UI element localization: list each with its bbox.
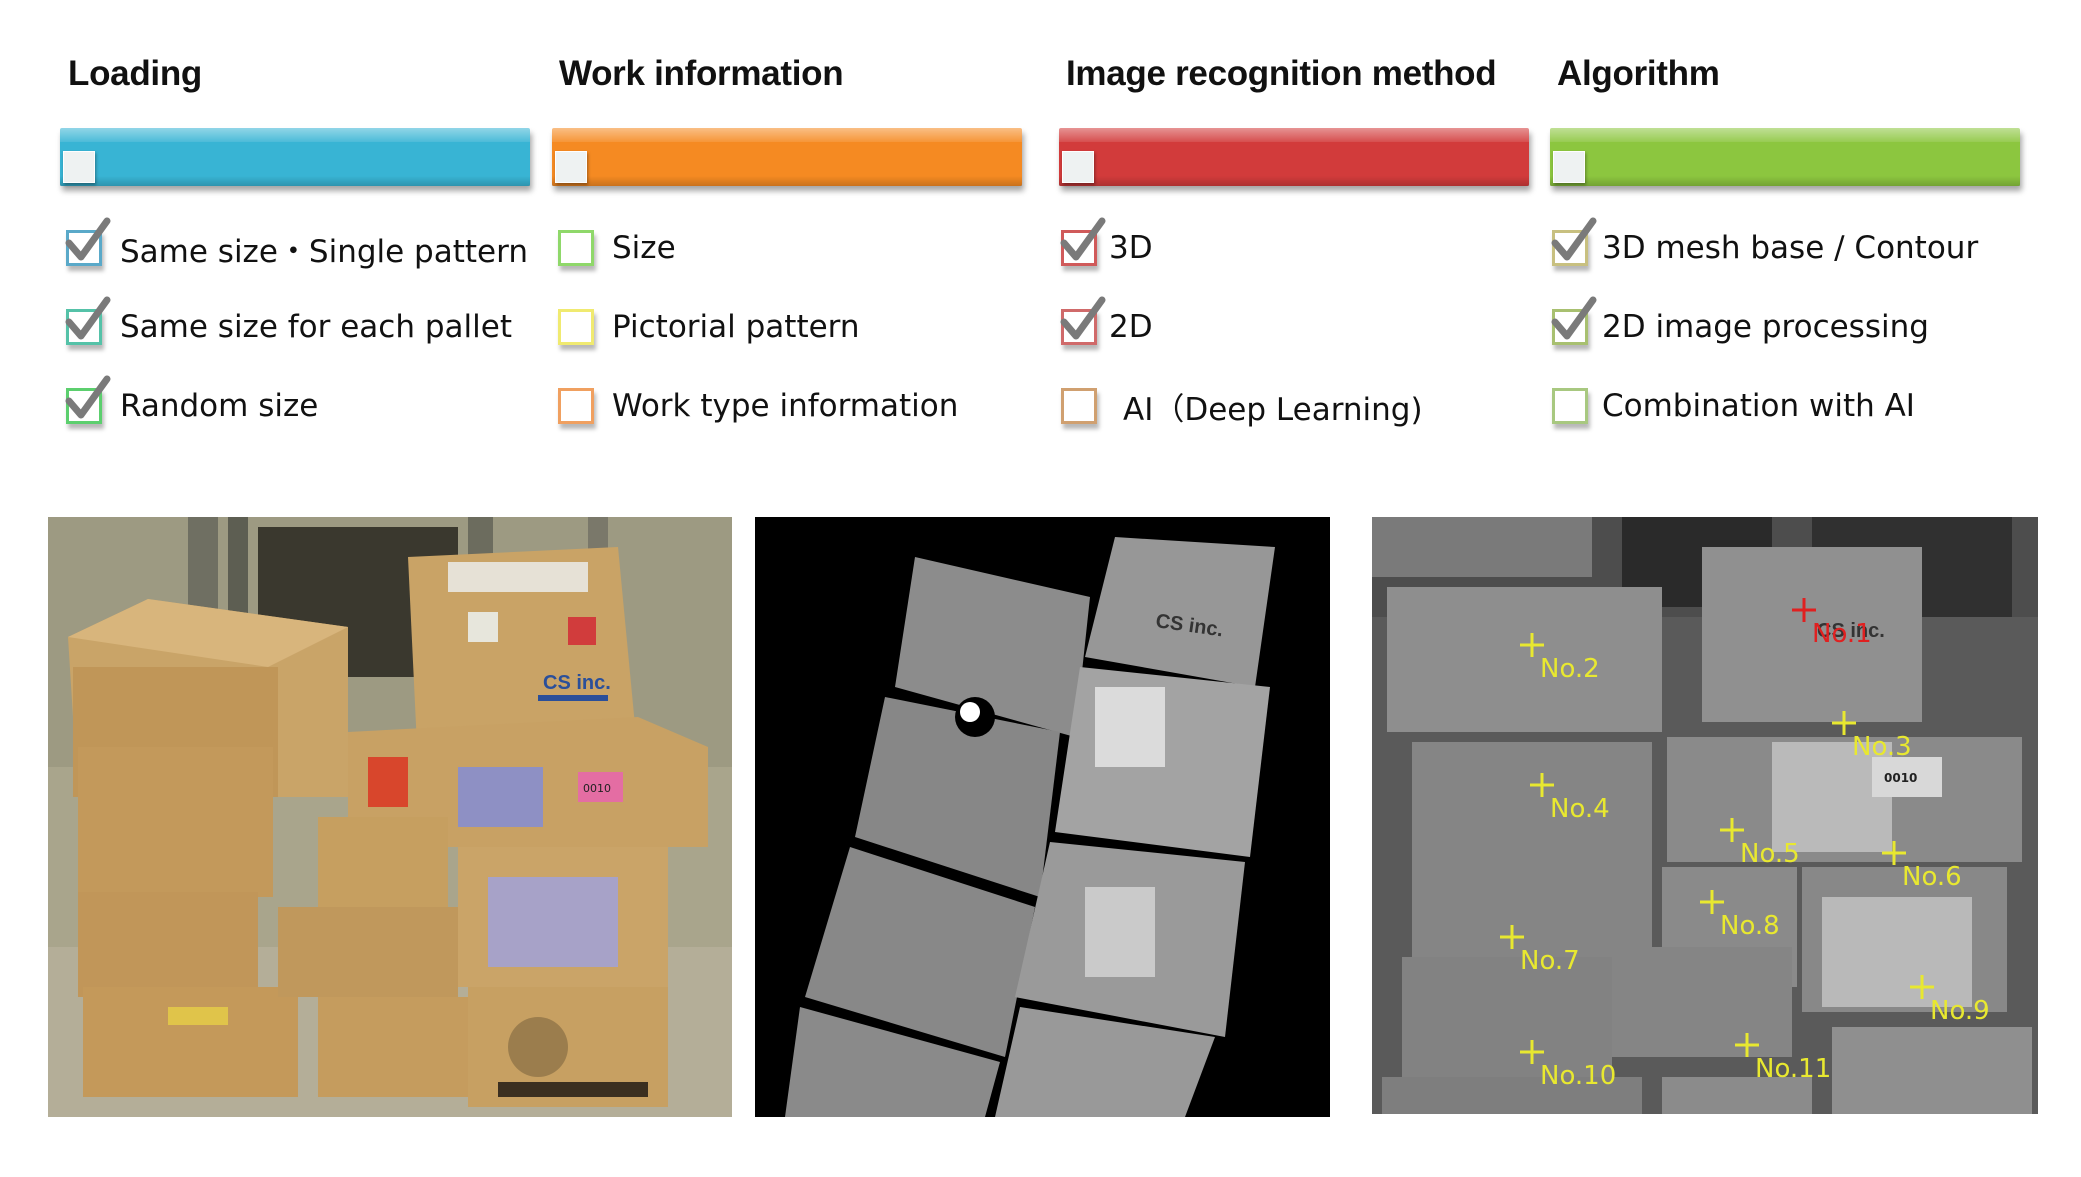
option-label: Same size for each pallet xyxy=(120,309,512,345)
column-title: Work information xyxy=(559,54,844,93)
progress-bar-loading xyxy=(60,128,530,186)
option-label: Combination with AI xyxy=(1602,388,1915,424)
box-logo-text: CS inc. xyxy=(543,672,611,694)
option-item[interactable]: Pictorial pattern xyxy=(558,305,860,349)
option-label: Size xyxy=(612,230,676,266)
box xyxy=(318,997,468,1097)
option-item[interactable]: Same size for each pallet xyxy=(65,296,512,349)
box xyxy=(1387,587,1662,732)
checkbox[interactable] xyxy=(1551,217,1597,266)
option-label: Pictorial pattern xyxy=(612,309,860,345)
depth-image-graphic: CS inc. xyxy=(755,517,1330,1117)
checkbox[interactable] xyxy=(558,388,594,424)
color-photo-image: CS inc. 0010 xyxy=(48,517,732,1117)
box xyxy=(1612,947,1792,1057)
column-title: Image recognition method xyxy=(1066,54,1497,93)
sticker-text: 0010 xyxy=(583,782,611,795)
progress-bar-image-recognition xyxy=(1059,128,1529,186)
checkbox[interactable] xyxy=(1060,296,1106,345)
depth-image: CS inc. xyxy=(755,517,1330,1117)
progress-bar-algorithm xyxy=(1550,128,2020,186)
checkmark-icon xyxy=(65,217,111,261)
box-number-label: No.5 xyxy=(1740,839,1800,869)
bar-handle[interactable] xyxy=(1062,151,1094,183)
option-label: 2D xyxy=(1109,309,1153,345)
bar-handle[interactable] xyxy=(1553,151,1585,183)
box-number-label: No.7 xyxy=(1520,946,1580,976)
box-number-label: No.2 xyxy=(1540,654,1600,684)
checkbox[interactable] xyxy=(1061,388,1097,424)
box-number-label: No.10 xyxy=(1540,1061,1616,1091)
box xyxy=(318,817,448,907)
option-label: 3D mesh base / Contour xyxy=(1602,230,1979,266)
option-label: Random size xyxy=(120,388,319,424)
option-item[interactable]: Combination with AI xyxy=(1552,384,1915,428)
checkbox[interactable] xyxy=(65,296,111,345)
box-number-label: No.8 xyxy=(1720,911,1780,941)
box xyxy=(278,907,458,997)
option-item[interactable]: Random size xyxy=(65,375,319,428)
checkmark-icon xyxy=(1551,296,1597,340)
checkbox[interactable] xyxy=(1552,388,1588,424)
option-label: 2D image processing xyxy=(1602,309,1929,345)
box xyxy=(1832,1027,2032,1114)
option-item[interactable]: AI（Deep Learning) xyxy=(1061,384,1423,428)
option-item[interactable]: Size xyxy=(558,226,676,270)
option-label: 3D xyxy=(1109,230,1153,266)
box-number-label: No.6 xyxy=(1902,862,1962,892)
option-item[interactable]: Same size・Single pattern xyxy=(65,217,528,270)
checkbox[interactable] xyxy=(65,217,111,266)
option-item[interactable]: Work type information xyxy=(558,384,958,428)
bar-handle[interactable] xyxy=(555,151,587,183)
option-item[interactable]: 2D xyxy=(1060,296,1153,349)
checkmark-icon xyxy=(1060,296,1106,340)
option-item[interactable]: 2D image processing xyxy=(1551,296,1929,349)
box-number-label: No.1 xyxy=(1812,619,1872,649)
checkmark-icon xyxy=(1060,217,1106,261)
checkmark-icon xyxy=(65,296,111,340)
box-number-label: No.3 xyxy=(1852,732,1912,762)
option-item[interactable]: 3D xyxy=(1060,217,1153,270)
box xyxy=(78,747,273,897)
checkmark-icon xyxy=(1551,217,1597,261)
box xyxy=(83,987,298,1097)
sticker-text: 0010 xyxy=(1884,771,1917,785)
checkbox[interactable] xyxy=(1551,296,1597,345)
option-label: AI（Deep Learning) xyxy=(1123,391,1423,428)
box-number-label: No.4 xyxy=(1550,794,1610,824)
box-number-label: No.11 xyxy=(1755,1054,1831,1084)
option-item[interactable]: 3D mesh base / Contour xyxy=(1551,217,1979,270)
box-number-label: No.9 xyxy=(1930,996,1990,1026)
recognition-image-graphic: 0010 CS inc. No.1No.2No.3No.4No.5No.6No.… xyxy=(1372,517,2038,1114)
checkmark-icon xyxy=(65,375,111,419)
box xyxy=(78,892,258,997)
box xyxy=(1412,742,1652,962)
option-label: Same size・Single pattern xyxy=(120,233,528,270)
color-photo: CS inc. 0010 xyxy=(48,517,732,1117)
recognition-image: 0010 CS inc. No.1 No.2 No.3 No.4 No.5 No.6 No.… xyxy=(1372,517,2038,1114)
checkbox[interactable] xyxy=(65,375,111,424)
checkbox[interactable] xyxy=(558,309,594,345)
bar-handle[interactable] xyxy=(63,151,95,183)
option-label: Work type information xyxy=(612,388,959,424)
column-title: Algorithm xyxy=(1557,54,1720,93)
checkbox[interactable] xyxy=(1060,217,1106,266)
checkbox[interactable] xyxy=(558,230,594,266)
progress-bar-work-information xyxy=(552,128,1022,186)
column-title: Loading xyxy=(68,54,202,93)
